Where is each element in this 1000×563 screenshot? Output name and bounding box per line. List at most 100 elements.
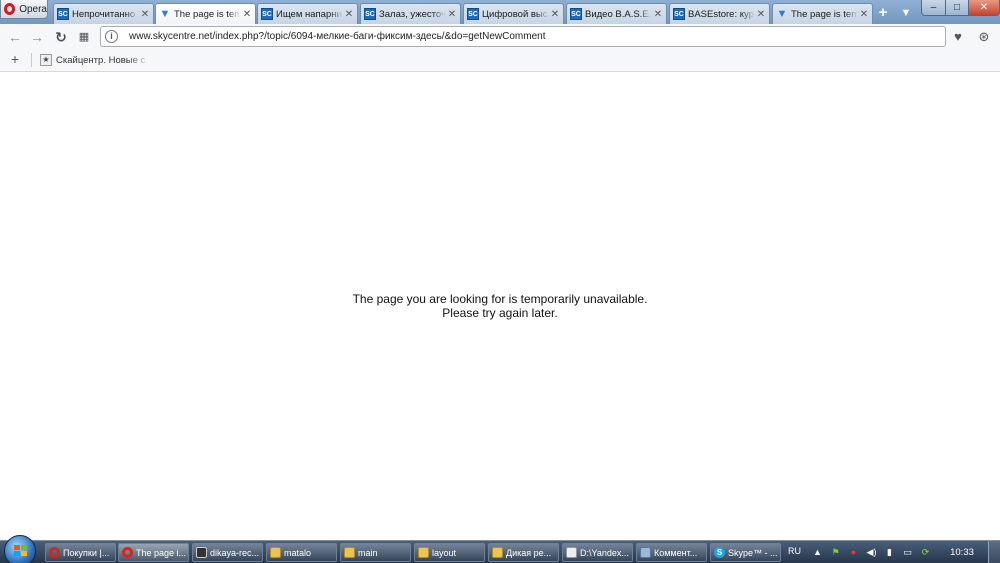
url-input[interactable]	[129, 28, 929, 45]
taskbar-item-skype[interactable]: S Skype™ - ...	[710, 543, 781, 562]
power-icon[interactable]: ▭	[902, 547, 913, 558]
taskbar-item-matalo[interactable]: matalo	[266, 543, 337, 562]
tab-close-icon[interactable]: ✕	[241, 9, 253, 20]
app-icon	[640, 547, 651, 558]
tab-label: BASEstore: курс	[688, 8, 755, 20]
opera-menu-button[interactable]: Opera	[0, 0, 48, 19]
browser-window: Opera SC Непрочитанно ✕ ▼ The page is te…	[0, 0, 1000, 563]
opera-icon	[122, 547, 133, 558]
close-window-button[interactable]: ✕	[968, 0, 1000, 16]
error-message-line-2: Please try again later.	[442, 306, 558, 320]
add-bookmark-button[interactable]: +	[8, 52, 22, 66]
tab-label: Цифровой выс	[482, 8, 548, 20]
taskbar-item-yandex-path[interactable]: D:\Yandex...	[562, 543, 633, 562]
tab-label: Ищем напарни	[276, 8, 342, 20]
tab-close-icon[interactable]: ✕	[549, 9, 561, 20]
tab-digital[interactable]: SC Цифровой выс ✕	[463, 3, 564, 24]
address-bar[interactable]: i	[100, 26, 946, 47]
bookmark-skycentre[interactable]: ★ Скайцентр. Новые с	[40, 52, 151, 68]
forward-arrow-icon[interactable]: →	[28, 28, 46, 46]
skype-icon: S	[714, 547, 725, 558]
volume-icon[interactable]: ◀)	[866, 547, 877, 558]
system-clock[interactable]: 10:33	[945, 547, 979, 558]
bookmarks-bar: + ★ Скайцентр. Новые с	[0, 49, 1000, 72]
taskbar-item-page-unavailable[interactable]: The page i...	[118, 543, 189, 562]
sync-tray-icon[interactable]: ⟳	[920, 547, 931, 558]
taskbar-item-dikaya-re[interactable]: Дикая ре...	[488, 543, 559, 562]
taskbar-item-purchases[interactable]: Покупки |...	[45, 543, 116, 562]
info-icon[interactable]: i	[105, 30, 118, 43]
v-favicon-icon: ▼	[159, 8, 171, 20]
show-hidden-icons-icon[interactable]: ▲	[812, 547, 823, 558]
tab-page-unavailable-active[interactable]: ▼ The page is tem ✕	[155, 3, 256, 24]
sc-favicon-icon: SC	[467, 8, 479, 20]
menu-icon[interactable]: ⊛	[975, 28, 993, 46]
taskbar-item-label: matalo	[284, 547, 312, 558]
taskbar-item-comments[interactable]: Коммент...	[636, 543, 707, 562]
taskbar-item-label: Дикая ре...	[506, 547, 552, 558]
network-icon[interactable]: ▮	[884, 547, 895, 558]
document-icon	[566, 547, 577, 558]
navigation-bar: ← → ↻ ▦ i ♥ ⊛	[0, 24, 1000, 49]
v-favicon-icon: ▼	[776, 8, 788, 20]
taskbar-item-layout[interactable]: layout	[414, 543, 485, 562]
opera-menu-label: Opera	[19, 3, 47, 15]
folder-icon	[418, 547, 429, 558]
bookmark-label: Скайцентр. Новые с	[56, 54, 146, 66]
sc-favicon-icon: SC	[570, 8, 582, 20]
back-arrow-icon[interactable]: ←	[6, 28, 24, 46]
taskbar-item-label: dikaya-rec...	[210, 547, 260, 558]
tab-strip: Opera SC Непрочитанно ✕ ▼ The page is te…	[0, 0, 1000, 24]
page-content: The page you are looking for is temporar…	[0, 72, 1000, 540]
show-desktop-button[interactable]	[988, 541, 1000, 563]
tab-label: Видео B.A.S.E.	[585, 8, 652, 20]
tab-menu-chevron-icon[interactable]: ▼	[898, 5, 914, 21]
windows-logo-icon	[14, 545, 27, 556]
tab-close-icon[interactable]: ✕	[652, 9, 664, 20]
sc-favicon-icon: SC	[261, 8, 273, 20]
opera-logo-icon	[4, 3, 16, 15]
taskbar-item-label: Покупки |...	[63, 547, 110, 558]
minimize-button[interactable]: –	[921, 0, 946, 16]
tab-close-icon[interactable]: ✕	[755, 9, 767, 20]
taskbar-item-label: layout	[432, 547, 457, 558]
sc-favicon-icon: SC	[57, 8, 69, 20]
language-indicator[interactable]: RU	[788, 546, 801, 556]
image-icon	[196, 547, 207, 558]
flag-tray-icon[interactable]: ⚑	[830, 547, 841, 558]
heart-icon[interactable]: ♥	[949, 28, 967, 46]
reload-icon[interactable]: ↻	[52, 28, 70, 46]
error-message-line-1: The page you are looking for is temporar…	[352, 292, 648, 306]
new-tab-button[interactable]: +	[875, 5, 891, 21]
tab-close-icon[interactable]: ✕	[446, 9, 458, 20]
tab-label: Залаз, ужесточ	[379, 8, 446, 20]
tab-label: The page is tem	[174, 8, 241, 20]
taskbar-item-dikaya-rec[interactable]: dikaya-rec...	[192, 543, 263, 562]
taskbar-item-label: Коммент...	[654, 547, 698, 558]
taskbar-item-label: D:\Yandex...	[580, 547, 629, 558]
tab-close-icon[interactable]: ✕	[343, 9, 355, 20]
tab-looking-for-partner[interactable]: SC Ищем напарни ✕	[257, 3, 358, 24]
speed-dial-icon[interactable]: ▦	[75, 28, 93, 46]
tab-page-unavailable-2[interactable]: ▼ The page is tem ✕	[772, 3, 873, 24]
folder-icon	[270, 547, 281, 558]
taskbar-item-main[interactable]: main	[340, 543, 411, 562]
tab-close-icon[interactable]: ✕	[858, 9, 870, 20]
taskbar-item-label: main	[358, 547, 378, 558]
sc-favicon-icon: SC	[364, 8, 376, 20]
maximize-button[interactable]: □	[945, 0, 969, 16]
folder-icon	[492, 547, 503, 558]
bookmarks-divider	[31, 53, 32, 67]
tab-unread[interactable]: SC Непрочитанно ✕	[53, 3, 154, 24]
folder-icon	[344, 547, 355, 558]
tab-basestore[interactable]: SC BASEstore: курс ✕	[669, 3, 770, 24]
taskbar-item-label: The page i...	[136, 547, 187, 558]
tab-close-icon[interactable]: ✕	[139, 9, 151, 20]
bookmark-star-icon: ★	[40, 54, 52, 66]
antivirus-tray-icon[interactable]: ●	[848, 547, 859, 558]
opera-icon	[49, 547, 60, 558]
start-button[interactable]	[4, 535, 36, 563]
sc-favicon-icon: SC	[673, 8, 685, 20]
tab-zalaz[interactable]: SC Залаз, ужесточ ✕	[360, 3, 461, 24]
tab-video-base[interactable]: SC Видео B.A.S.E. ✕	[566, 3, 667, 24]
